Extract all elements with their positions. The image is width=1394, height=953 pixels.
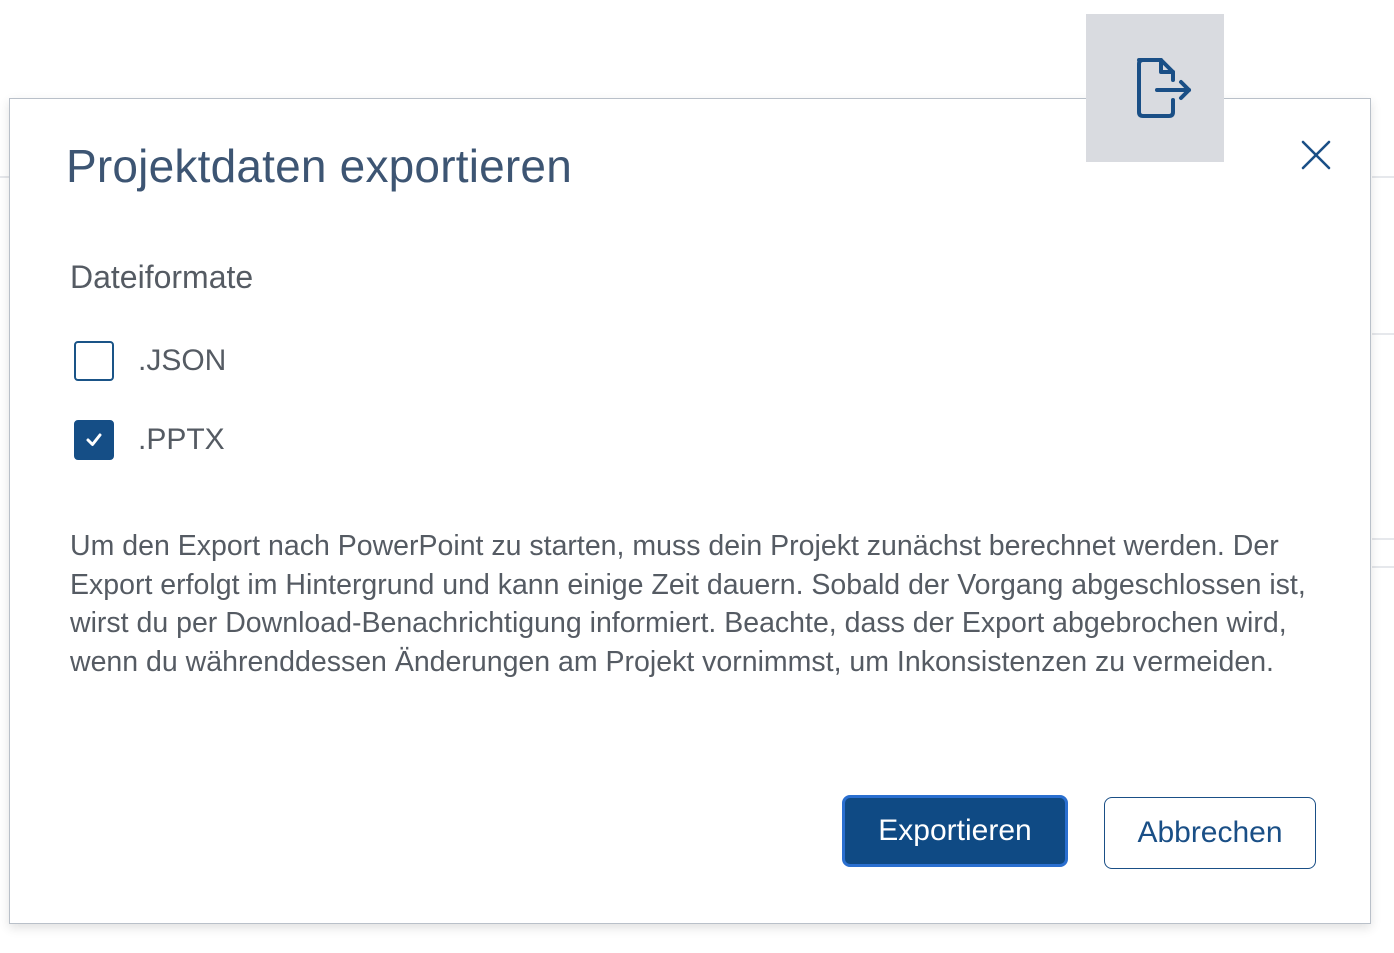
option-json[interactable]: .JSON bbox=[74, 341, 226, 381]
file-formats-label: Dateiformate bbox=[70, 259, 254, 295]
background-divider bbox=[1372, 176, 1394, 178]
export-badge bbox=[1086, 14, 1224, 162]
json-label: .JSON bbox=[138, 344, 227, 377]
export-dialog: Projektdaten exportieren Dateiformate .J… bbox=[9, 98, 1371, 924]
file-export-icon bbox=[1137, 58, 1191, 118]
dialog-title: Projektdaten exportieren bbox=[66, 140, 572, 192]
export-info-text: Um den Export nach PowerPoint zu starten… bbox=[70, 530, 1306, 678]
option-pptx[interactable]: .PPTX bbox=[74, 420, 225, 460]
checkmark-icon bbox=[86, 433, 102, 446]
close-icon bbox=[1301, 140, 1331, 170]
background-divider bbox=[0, 176, 9, 178]
background-divider bbox=[1372, 566, 1394, 568]
pptx-label: .PPTX bbox=[138, 423, 225, 456]
json-checkbox[interactable] bbox=[74, 341, 114, 381]
export-button[interactable]: Exportieren bbox=[842, 795, 1068, 867]
background-divider bbox=[1372, 538, 1394, 540]
close-button[interactable] bbox=[1296, 135, 1336, 175]
background-divider bbox=[1372, 333, 1394, 335]
cancel-button[interactable]: Abbrechen bbox=[1104, 797, 1316, 869]
pptx-checkbox[interactable] bbox=[74, 420, 114, 460]
